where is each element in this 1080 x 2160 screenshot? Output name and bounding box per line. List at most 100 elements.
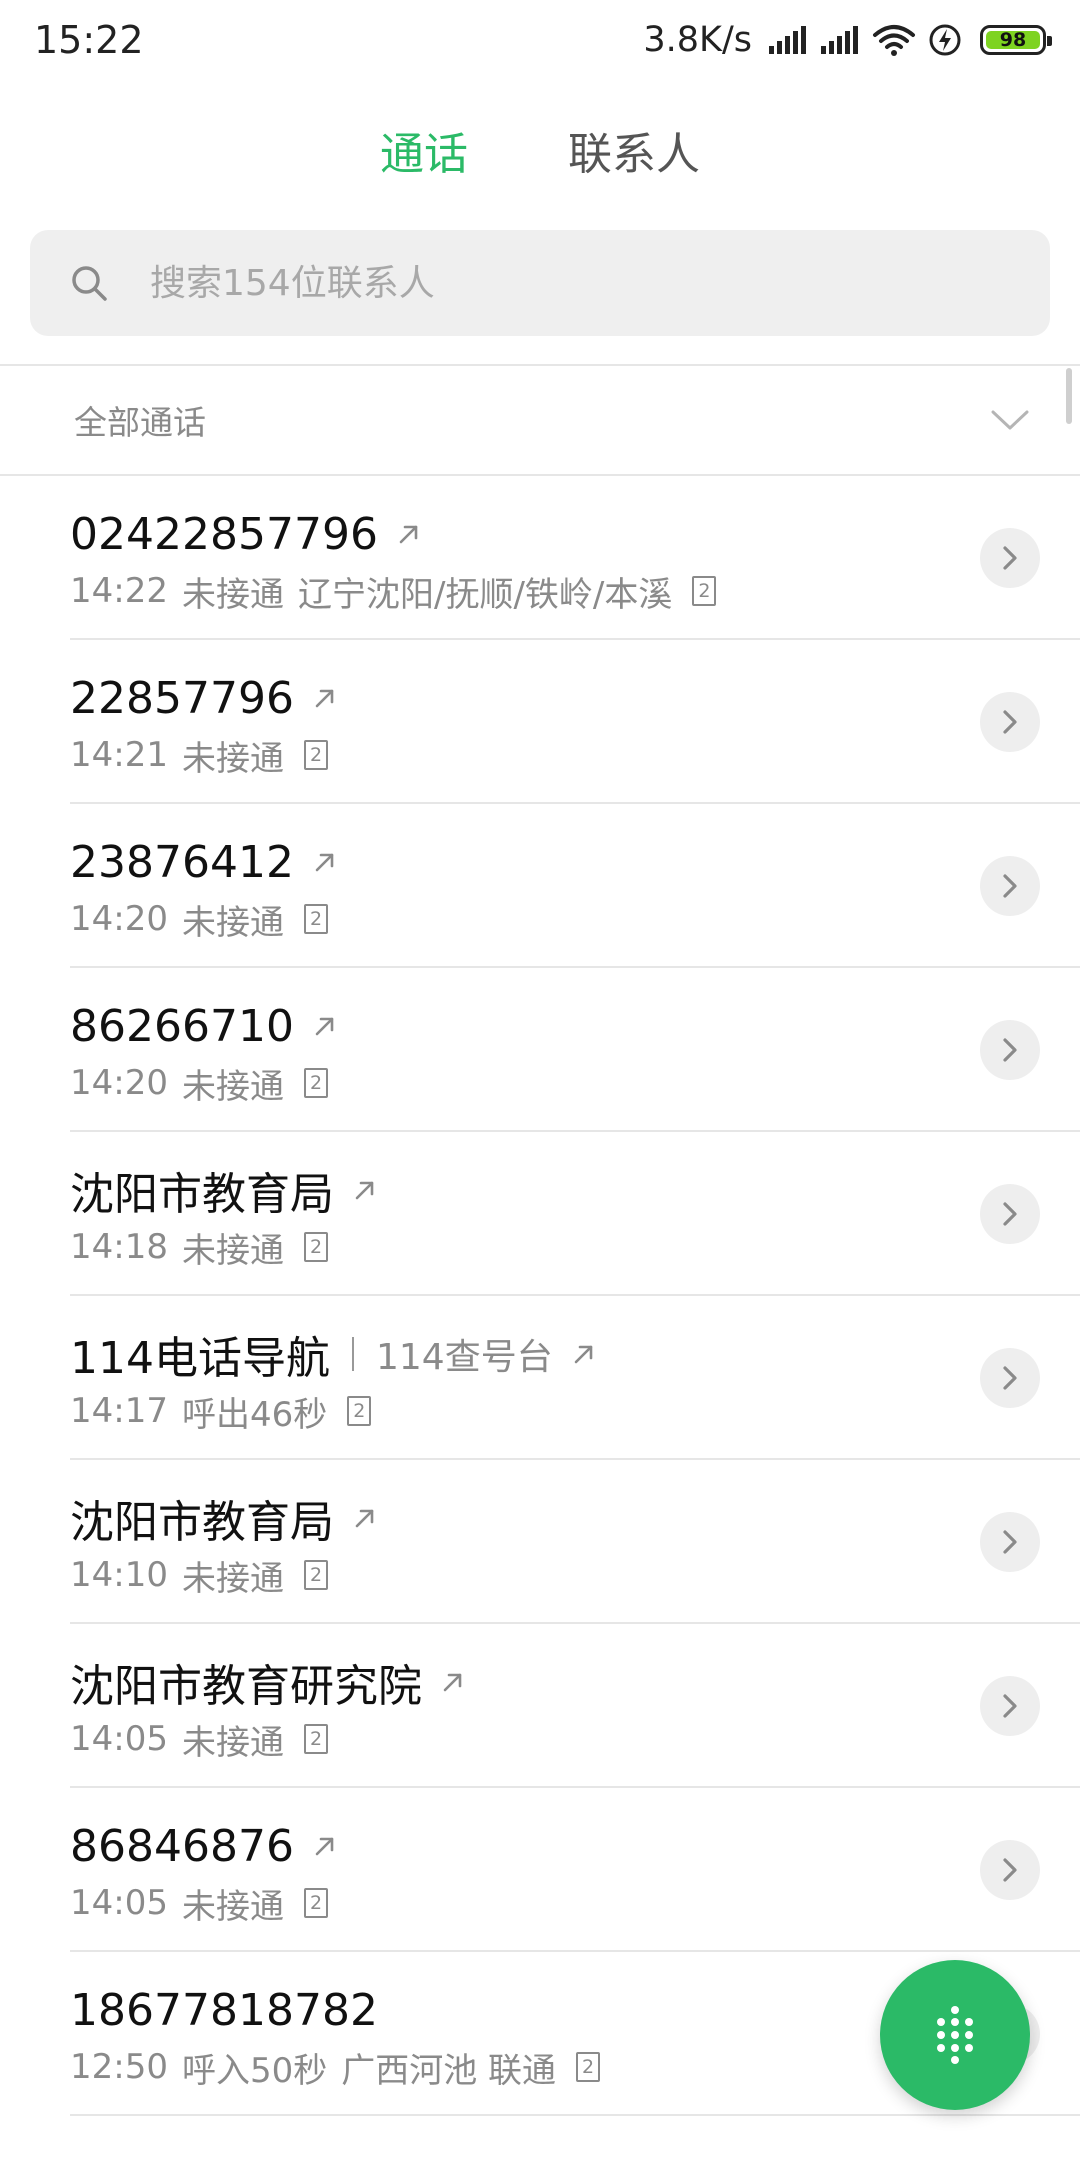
- call-title-line: 86266710: [70, 998, 338, 1054]
- outgoing-call-icon: [312, 1833, 338, 1859]
- call-log-item[interactable]: 23876412 14:20 未接通 2: [0, 804, 1080, 968]
- outgoing-call-icon: [312, 1013, 338, 1039]
- search-bar[interactable]: [30, 230, 1050, 336]
- call-status: 未接通: [181, 1066, 284, 1107]
- sim-badge: 2: [303, 740, 328, 770]
- call-log-item[interactable]: 沈阳市教育研究院 14:05 未接通 2: [0, 1624, 1080, 1788]
- outgoing-call-icon: [312, 685, 338, 711]
- sim-badge: 2: [303, 1888, 328, 1918]
- call-log-item[interactable]: 86266710 14:20 未接通 2: [0, 968, 1080, 1132]
- battery-icon: 98: [980, 25, 1052, 55]
- call-title-line: 沈阳市教育局: [70, 1162, 378, 1220]
- outgoing-call-icon: [352, 1505, 378, 1531]
- network-speed: 3.8K/s: [643, 20, 752, 60]
- call-status: 未接通: [181, 902, 284, 943]
- call-status: 未接通: [181, 1230, 284, 1271]
- status-icons: 3.8K/s 98: [643, 20, 1052, 60]
- call-detail-button[interactable]: [980, 1676, 1040, 1736]
- caller-name: 沈阳市教育局: [70, 1169, 334, 1220]
- call-log-item[interactable]: 22857796 14:21 未接通 2: [0, 640, 1080, 804]
- call-title-line: 86846876: [70, 1818, 338, 1874]
- battery-percent: 98: [999, 29, 1027, 51]
- signal-icon: [769, 26, 806, 54]
- chevron-down-icon: [991, 410, 1029, 430]
- call-detail-button[interactable]: [980, 1840, 1040, 1900]
- sim-badge: 2: [303, 904, 328, 934]
- call-status: 未接通: [181, 1558, 284, 1599]
- chevron-right-icon: [999, 1691, 1021, 1721]
- call-time: 14:17: [70, 1391, 168, 1431]
- caller-name: 23876412: [70, 836, 294, 888]
- call-log-item[interactable]: 114电话导航 114查号台 14:17 呼出46秒 2: [0, 1296, 1080, 1460]
- outgoing-call-icon: [312, 849, 338, 875]
- caller-name: 22857796: [70, 672, 294, 724]
- call-title-line: 114电话导航 114查号台: [70, 1326, 597, 1384]
- call-meta-line: 12:50 呼入50秒 广西河池 联通 2: [70, 2044, 601, 2091]
- call-meta-line: 14:20 未接通 2: [70, 896, 328, 943]
- chevron-right-icon: [999, 1527, 1021, 1557]
- caller-name: 02422857796: [70, 508, 378, 560]
- sim-badge: 2: [303, 1724, 328, 1754]
- sim-badge: 2: [347, 1396, 372, 1426]
- call-status: 未接通: [181, 1886, 284, 1927]
- call-title-line: 18677818782: [70, 1982, 378, 2038]
- call-time: 14:22: [70, 571, 168, 611]
- call-status: 呼入50秒: [181, 2050, 328, 2091]
- sim-badge: 2: [576, 2052, 601, 2082]
- call-status: 未接通: [181, 738, 284, 779]
- call-meta-line: 14:21 未接通 2: [70, 732, 328, 779]
- caller-name: 114电话导航: [70, 1333, 330, 1384]
- call-status: 呼出46秒: [181, 1394, 328, 1435]
- chevron-right-icon: [999, 1855, 1021, 1885]
- dialpad-button[interactable]: [880, 1960, 1030, 2110]
- call-title-line: 沈阳市教育研究院: [70, 1654, 466, 1712]
- call-meta-line: 14:05 未接通 2: [70, 1716, 328, 1763]
- caller-subtitle: 114查号台: [375, 1337, 553, 1378]
- call-time: 14:20: [70, 899, 168, 939]
- call-filter-dropdown[interactable]: 全部通话: [0, 366, 1080, 474]
- call-time: 14:10: [70, 1555, 168, 1595]
- call-log-item[interactable]: 沈阳市教育局 14:18 未接通 2: [0, 1132, 1080, 1296]
- search-icon: [72, 266, 107, 301]
- filter-label: 全部通话: [74, 403, 206, 442]
- status-time: 15:22: [34, 18, 144, 62]
- call-detail-button[interactable]: [980, 1020, 1040, 1080]
- call-log-item[interactable]: 86846876 14:05 未接通 2: [0, 1788, 1080, 1952]
- call-time: 14:18: [70, 1227, 168, 1267]
- chevron-right-icon: [999, 543, 1021, 573]
- call-log-list: 02422857796 14:22 未接通 辽宁沈阳/抚顺/铁岭/本溪 2 2285779…: [0, 476, 1080, 2116]
- status-bar: 15:22 3.8K/s 98: [0, 0, 1080, 80]
- call-detail-button[interactable]: [980, 1348, 1040, 1408]
- call-time: 14:21: [70, 735, 168, 775]
- tab-contacts[interactable]: 联系人: [568, 118, 700, 192]
- charging-icon: [929, 24, 961, 56]
- scrollbar[interactable]: [1066, 368, 1072, 424]
- call-time: 12:50: [70, 2047, 168, 2087]
- call-location: 广西河池 联通: [341, 2050, 557, 2091]
- call-meta-line: 14:22 未接通 辽宁沈阳/抚顺/铁岭/本溪 2: [70, 568, 717, 615]
- call-time: 14:05: [70, 1719, 168, 1759]
- call-log-item[interactable]: 02422857796 14:22 未接通 辽宁沈阳/抚顺/铁岭/本溪 2: [0, 476, 1080, 640]
- outgoing-call-icon: [396, 521, 422, 547]
- call-meta-line: 14:20 未接通 2: [70, 1060, 328, 1107]
- caller-name: 18677818782: [70, 1984, 378, 2036]
- tab-bar: 通话 联系人: [0, 118, 1080, 192]
- call-detail-button[interactable]: [980, 1512, 1040, 1572]
- sim-badge: 2: [303, 1560, 328, 1590]
- wifi-icon: [873, 25, 915, 56]
- call-title-line: 沈阳市教育局: [70, 1490, 378, 1548]
- call-meta-line: 14:17 呼出46秒 2: [70, 1388, 372, 1435]
- tab-calls[interactable]: 通话: [380, 118, 468, 192]
- caller-name: 86846876: [70, 1820, 294, 1872]
- call-detail-button[interactable]: [980, 1184, 1040, 1244]
- call-log-item[interactable]: 沈阳市教育局 14:10 未接通 2: [0, 1460, 1080, 1624]
- call-detail-button[interactable]: [980, 528, 1040, 588]
- call-detail-button[interactable]: [980, 692, 1040, 752]
- call-detail-button[interactable]: [980, 856, 1040, 916]
- outgoing-call-icon: [571, 1341, 597, 1367]
- caller-name: 86266710: [70, 1000, 294, 1052]
- chevron-right-icon: [999, 1363, 1021, 1393]
- search-input[interactable]: [150, 262, 950, 304]
- call-time: 14:05: [70, 1883, 168, 1923]
- sim-badge: 2: [303, 1068, 328, 1098]
